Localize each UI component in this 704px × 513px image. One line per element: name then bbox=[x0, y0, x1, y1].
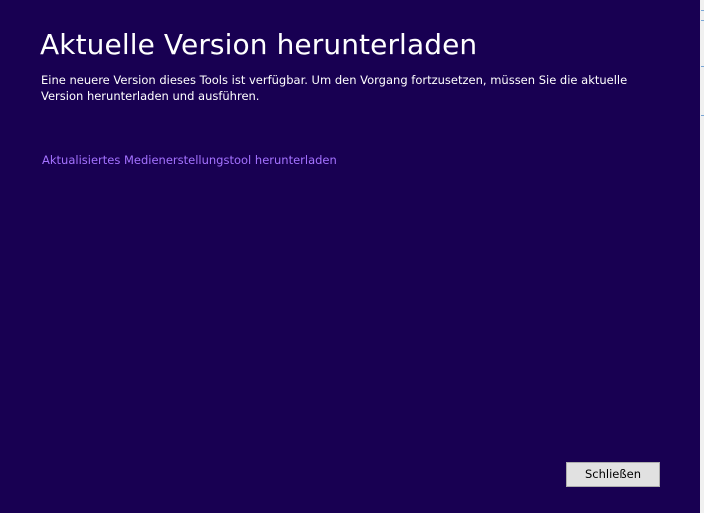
media-creation-tool-dialog: Aktuelle Version herunterladen Eine neue… bbox=[0, 0, 700, 513]
background-window-edge bbox=[700, 0, 704, 513]
close-button[interactable]: Schließen bbox=[566, 462, 660, 487]
download-update-link[interactable]: Aktualisiertes Medienerstellungstool her… bbox=[42, 153, 337, 167]
description-text: Eine neuere Version dieses Tools ist ver… bbox=[41, 73, 628, 103]
page-title: Aktuelle Version herunterladen bbox=[40, 28, 478, 61]
